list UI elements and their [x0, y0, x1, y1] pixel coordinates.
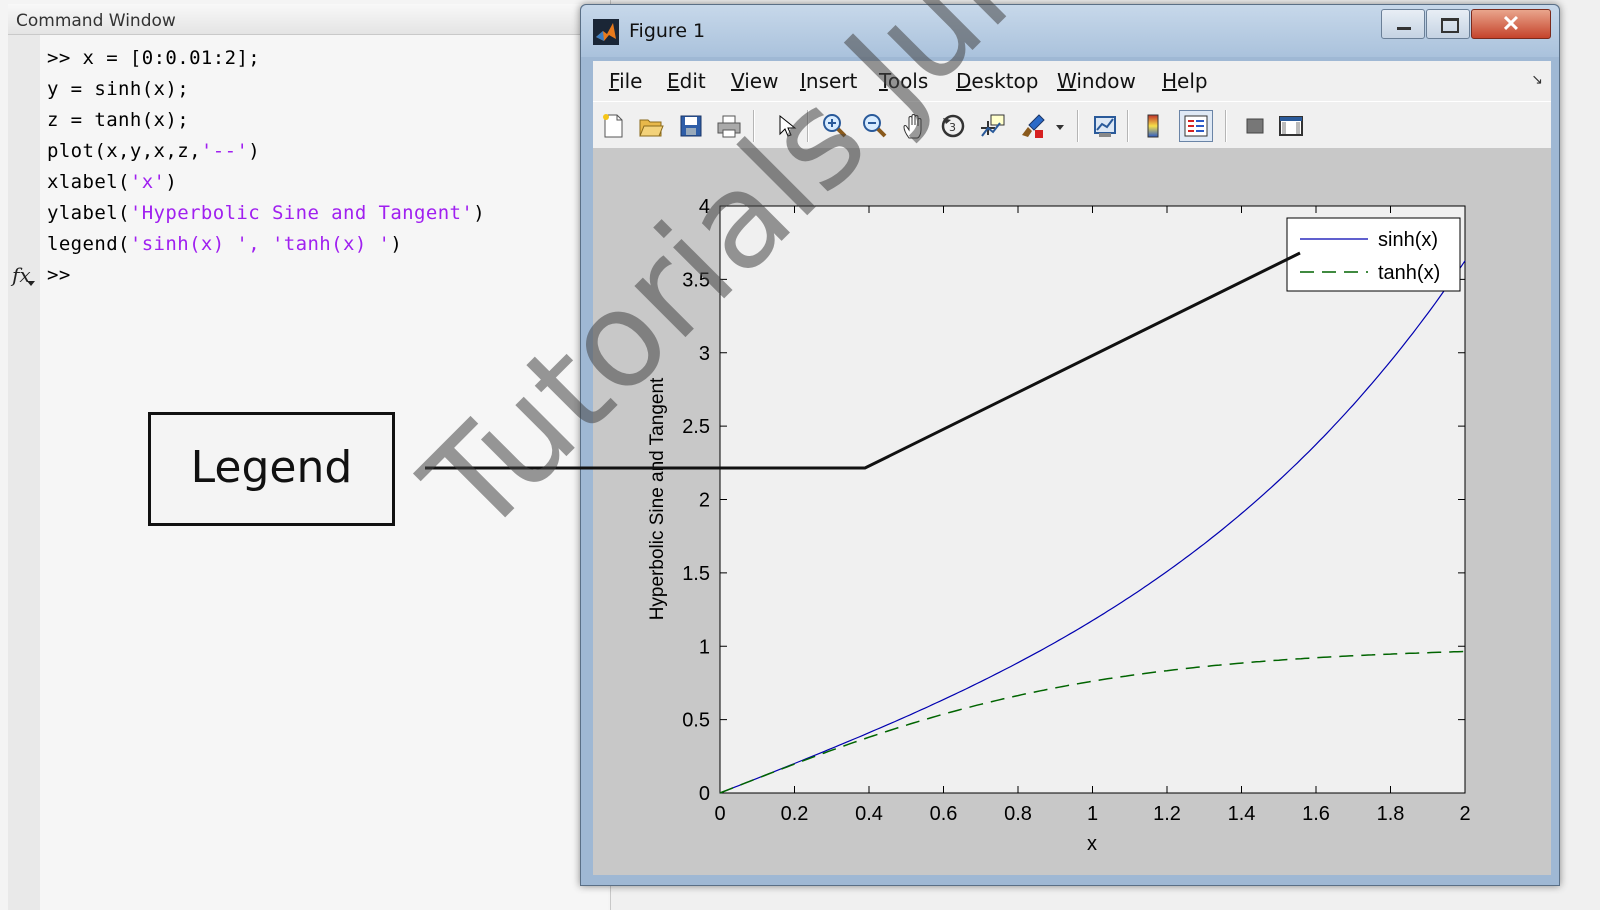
code-line: xlabel('x')	[47, 171, 178, 193]
dock-arrow-icon[interactable]: ↘	[1531, 71, 1543, 88]
x-tick-label: 1.8	[1377, 803, 1405, 825]
menu-edit[interactable]: Edit	[667, 69, 706, 93]
command-window-title: Command Window	[16, 11, 176, 31]
new-figure-icon[interactable]	[599, 112, 627, 140]
code-line: >> x = [0:0.01:2];	[47, 47, 261, 69]
zoom-out-icon[interactable]	[861, 112, 889, 140]
y-tick-labels: 0 0.5 1 1.5 2 2.5 3 3.5 4	[682, 196, 710, 805]
maximize-icon	[1441, 18, 1459, 33]
toolbar-separator	[753, 110, 755, 142]
close-button[interactable]: ✕	[1471, 9, 1551, 39]
figure-title: Figure 1	[629, 20, 706, 42]
chevron-down-icon	[27, 281, 35, 286]
legend-label-tanh: tanh(x)	[1378, 262, 1440, 284]
maximize-button[interactable]	[1426, 9, 1470, 39]
x-tick-label: 0.8	[1004, 803, 1032, 825]
select-arrow-icon[interactable]	[771, 112, 799, 140]
matlab-logo-icon	[593, 19, 619, 45]
menu-insert[interactable]: Insert	[800, 69, 857, 93]
figure-titlebar[interactable]: Figure 1 ✕	[581, 5, 1559, 57]
legend-label-sinh: sinh(x)	[1378, 229, 1438, 251]
code-line: legend('sinh(x) ', 'tanh(x) ')	[47, 233, 403, 255]
print-icon[interactable]	[715, 112, 743, 140]
save-icon[interactable]	[677, 112, 705, 140]
x-tick-labels: 0 0.2 0.4 0.6 0.8 1 1.2 1.4 1.6 1.8 2	[714, 803, 1470, 825]
data-cursor-icon[interactable]	[979, 112, 1007, 140]
x-tick-label: 1.4	[1228, 803, 1256, 825]
y-tick-label: 0.5	[682, 710, 710, 732]
hide-plot-tools-icon[interactable]	[1241, 112, 1269, 140]
x-tick-label: 2	[1459, 803, 1470, 825]
minimize-icon	[1397, 27, 1411, 30]
x-tick-label: 0.6	[930, 803, 958, 825]
command-window-gutter: fx	[8, 35, 41, 910]
menu-desktop[interactable]: Desktop	[956, 69, 1039, 93]
plot-area[interactable]: 0 0.2 0.4 0.6 0.8 1 1.2 1.4 1.6 1.8 2 0 0.5 1 1.5 2 2.5…	[593, 148, 1551, 875]
toolbar-separator	[1225, 110, 1227, 142]
figure-toolbar: 3	[593, 101, 1551, 149]
insert-legend-icon[interactable]	[1179, 110, 1213, 142]
open-file-icon[interactable]	[637, 112, 665, 140]
svg-text:3: 3	[949, 121, 956, 134]
pan-hand-icon[interactable]	[901, 112, 929, 140]
code-line: z = tanh(x);	[47, 109, 190, 131]
close-icon: ✕	[1501, 11, 1521, 36]
x-tick-label: 0.4	[855, 803, 883, 825]
link-plot-icon[interactable]	[1091, 112, 1119, 140]
y-tick-label: 1.5	[682, 563, 710, 585]
code-line: plot(x,y,x,z,'--')	[47, 140, 261, 162]
minimize-button[interactable]	[1381, 9, 1425, 39]
brush-icon[interactable]	[1019, 112, 1047, 140]
menu-view[interactable]: View	[731, 69, 778, 93]
legend-callout-box: Legend	[148, 412, 395, 526]
x-tick-label: 1.2	[1153, 803, 1181, 825]
brush-dropdown-icon[interactable]	[1053, 112, 1067, 140]
code-line: y = sinh(x);	[47, 78, 190, 100]
y-tick-label: 4	[699, 196, 710, 218]
y-axis-label: Hyperbolic Sine and Tangent	[647, 377, 668, 620]
menu-help[interactable]: Help	[1162, 69, 1208, 93]
y-tick-label: 1	[699, 636, 710, 658]
x-tick-label: 1	[1087, 803, 1098, 825]
y-tick-label: 3.5	[682, 269, 710, 291]
command-prompt[interactable]: >>	[47, 264, 71, 286]
x-axis-label: x	[1087, 833, 1097, 855]
x-tick-label: 1.6	[1302, 803, 1330, 825]
menu-window[interactable]: Window	[1057, 69, 1136, 93]
x-tick-label: 0.2	[781, 803, 809, 825]
command-window-titlebar[interactable]: Command Window	[8, 4, 608, 35]
show-plot-tools-icon[interactable]	[1277, 112, 1305, 140]
y-tick-label: 0	[699, 783, 710, 805]
y-tick-label: 3	[699, 343, 710, 365]
insert-colorbar-icon[interactable]	[1139, 112, 1167, 140]
toolbar-separator	[1127, 110, 1129, 142]
zoom-in-icon[interactable]	[821, 112, 849, 140]
x-tick-label: 0	[714, 803, 725, 825]
rotate-3d-icon[interactable]: 3	[939, 112, 967, 140]
legend-callout-label: Legend	[190, 442, 353, 493]
chart-legend[interactable]: sinh(x) tanh(x)	[1286, 217, 1461, 292]
figure-canvas: 0 0.2 0.4 0.6 0.8 1 1.2 1.4 1.6 1.8 2 0 0.5 1 1.5 2 2.5…	[593, 148, 1551, 875]
y-tick-label: 2.5	[682, 416, 710, 438]
figure-window: Figure 1 ✕ File Edit View Insert Tools D…	[580, 4, 1560, 886]
toolbar-separator	[807, 110, 809, 142]
figure-menubar: File Edit View Insert Tools Desktop Wind…	[593, 61, 1551, 101]
y-tick-label: 2	[699, 490, 710, 512]
axes-background	[719, 205, 1466, 794]
menu-file[interactable]: File	[609, 69, 642, 93]
toolbar-separator	[1077, 110, 1079, 142]
menu-tools[interactable]: Tools	[879, 69, 928, 93]
code-line: ylabel('Hyperbolic Sine and Tangent')	[47, 202, 486, 224]
